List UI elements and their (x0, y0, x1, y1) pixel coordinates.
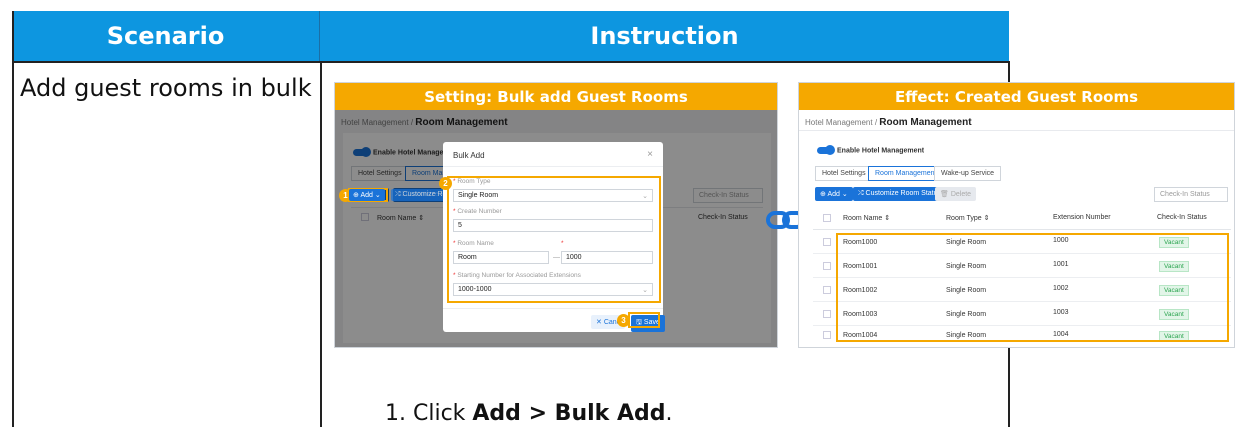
header-divider (12, 61, 1009, 63)
setting-screenshot: Setting: Bulk add Guest Rooms Hotel Mana… (334, 82, 778, 348)
table-header-divider (813, 229, 1231, 230)
table-left-border (12, 11, 14, 427)
modal-title-divider (443, 166, 663, 167)
instruction-header: Instruction (320, 11, 1009, 61)
column-room-name-label: Room Name (843, 215, 883, 222)
add-label-highlighted: Add (360, 192, 373, 199)
customize-room-status-button[interactable]: ⤮ Customize Room Status (853, 187, 947, 201)
created-rooms-highlight (836, 233, 1229, 342)
column-extension-number: Extension Number (1053, 214, 1111, 221)
row-checkbox[interactable] (823, 286, 831, 294)
instruction-step-1: 1. Click Add > Bulk Add. (385, 401, 672, 426)
tab-wake-up-service[interactable]: Wake-up Service (934, 166, 1002, 181)
row-checkbox[interactable] (823, 310, 831, 318)
row-checkbox[interactable] (823, 262, 831, 270)
add-button[interactable]: ⊕ Add ⌄ (815, 187, 853, 201)
step3-highlight (628, 312, 660, 328)
customize-label: Customize Room Status (865, 190, 942, 197)
step3-badge: 3 (617, 314, 630, 327)
checkin-status-filter[interactable]: Check-In Status (1154, 187, 1228, 202)
add-button-highlighted[interactable]: ⊕ Add ⌄ (349, 189, 385, 201)
delete-button[interactable]: 🗑 Delete (935, 187, 977, 201)
breadcrumb-current: Room Management (879, 117, 972, 128)
step-action: Add > Bulk Add (472, 401, 666, 426)
delete-label: Delete (950, 191, 972, 198)
column-divider (320, 61, 322, 427)
row-checkbox[interactable] (823, 238, 831, 246)
scenario-header: Scenario (12, 11, 320, 61)
breadcrumb: Hotel Management / Room Management (805, 117, 972, 128)
hotel-toggle-row[interactable]: Enable Hotel Management (817, 145, 925, 155)
tab-hotel-settings[interactable]: Hotel Settings (815, 166, 873, 181)
select-all-checkbox[interactable] (823, 214, 831, 222)
step-suffix: . (665, 401, 673, 426)
step2-badge: 2 (439, 177, 452, 190)
modal-title: Bulk Add (453, 151, 485, 160)
setting-panel-title: Setting: Bulk add Guest Rooms (335, 83, 777, 110)
column-room-type[interactable]: Room Type ⇕ (946, 214, 989, 222)
toggle-switch-icon[interactable] (817, 145, 835, 155)
modal-close-icon[interactable]: × (647, 149, 653, 160)
toggle-label: Enable Hotel Management (837, 147, 925, 155)
breadcrumb-separator: / (874, 118, 878, 127)
column-checkin-status: Check-In Status (1157, 214, 1207, 221)
step-prefix: 1. Click (385, 401, 473, 426)
scenario-text: Add guest rooms in bulk (20, 74, 312, 102)
tab-room-management[interactable]: Room Management (868, 166, 944, 181)
column-room-type-label: Room Type (946, 215, 982, 222)
modal-footer-divider (443, 308, 663, 309)
effect-screenshot: Effect: Created Guest Rooms Hotel Manage… (798, 82, 1235, 348)
effect-panel-title: Effect: Created Guest Rooms (799, 83, 1234, 110)
column-room-name[interactable]: Room Name ⇕ (843, 214, 890, 222)
step2-highlight (447, 176, 661, 303)
add-label: Add (827, 191, 840, 198)
breadcrumb-divider (799, 130, 1234, 131)
breadcrumb-parent[interactable]: Hotel Management (805, 118, 873, 127)
row-checkbox[interactable] (823, 331, 831, 339)
